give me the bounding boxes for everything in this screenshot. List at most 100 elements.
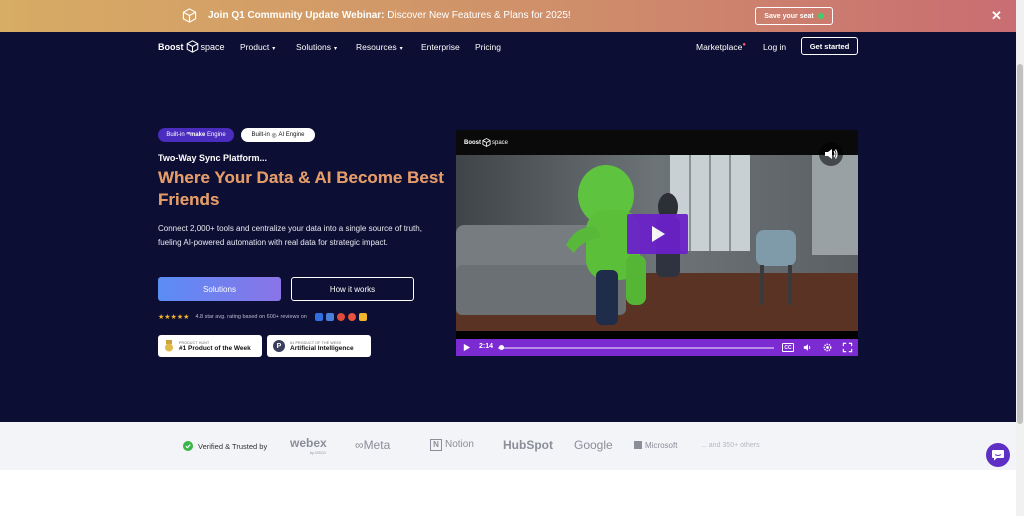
microsoft-text: Microsoft xyxy=(645,441,678,450)
progress-handle[interactable] xyxy=(498,345,504,350)
video-header: Boost space xyxy=(456,130,858,155)
trust-label: Verified & Trusted by xyxy=(198,442,268,451)
hero-subtitle: Two-Way Sync Platform... xyxy=(158,153,268,163)
review-sites xyxy=(314,313,367,321)
save-seat-label: Save your seat xyxy=(764,12,814,20)
pill-suffix: AI Engine xyxy=(278,132,305,138)
new-indicator-icon: ● xyxy=(742,42,746,48)
volume-icon[interactable] xyxy=(802,342,813,353)
video-logo: Boost space xyxy=(464,138,508,147)
meta-infinity-icon: ∞ xyxy=(355,438,364,452)
chat-button[interactable] xyxy=(986,443,1010,467)
volume-icon xyxy=(825,149,838,159)
banner-title-bold: Join Q1 Community Update Webinar: xyxy=(208,10,385,21)
cube-logo-icon xyxy=(186,40,198,53)
badge-big-text: #1 Product of the Week xyxy=(179,344,251,352)
nav-label: Marketplace xyxy=(696,42,743,52)
rating-text: 4.8 star avg. rating based on 600+ revie… xyxy=(195,314,307,320)
pill-prefix: Built-in xyxy=(251,132,270,138)
boost-space-logo[interactable]: Boost space xyxy=(158,40,225,53)
banner-title-rest: Discover New Features & Plans for 2025! xyxy=(384,10,571,21)
settings-gear-icon[interactable] xyxy=(822,342,833,353)
pill-brand: make xyxy=(189,132,206,138)
nav-item-marketplace[interactable]: Marketplace● xyxy=(696,42,746,52)
product-hunt-p-icon: P xyxy=(273,340,285,352)
cube-icon xyxy=(182,8,197,23)
get-started-button[interactable]: Get started xyxy=(801,37,858,55)
volume-toggle[interactable] xyxy=(819,142,843,166)
more-brands-text: ... and 350+ others xyxy=(701,442,760,449)
close-icon[interactable]: ✕ xyxy=(991,9,1002,22)
nav-item-enterprise[interactable]: Enterprise xyxy=(421,42,460,52)
login-link[interactable]: Log in xyxy=(763,42,786,52)
hubspot-logo: HubSpot xyxy=(503,438,553,452)
product-hunt-icon[interactable] xyxy=(347,313,356,321)
main-nav: Boost space Product ▾ Solutions ▾ Resource… xyxy=(0,32,1016,60)
capterra-icon[interactable] xyxy=(314,313,323,321)
g2-icon[interactable] xyxy=(336,313,345,321)
notion-text: Notion xyxy=(445,439,474,450)
star-rating-icon: ★★★★★ xyxy=(158,314,190,321)
solutions-button[interactable]: Solutions xyxy=(158,277,281,301)
medal-icon xyxy=(165,340,173,352)
nav-label: Resources xyxy=(356,42,397,52)
google-logo: Google xyxy=(574,438,613,452)
notion-logo: N Notion xyxy=(430,439,474,451)
video-logo-text-1: Boost xyxy=(464,139,481,146)
badge-big-text: Artificial Intelligence xyxy=(290,344,354,352)
logo-text-2: space xyxy=(200,41,225,52)
video-progress-bar[interactable] xyxy=(498,347,774,349)
ai-engine-pill: Built-in ◎ AI Engine xyxy=(241,128,315,142)
video-time: 2:14 xyxy=(479,343,494,350)
ai-product-badge[interactable]: P #1 PRODUCT OF THE WEEK Artificial Inte… xyxy=(267,335,371,357)
microsoft-squares-icon xyxy=(634,441,642,449)
play-button[interactable] xyxy=(627,214,688,254)
video-logo-text-2: space xyxy=(492,139,509,146)
make-engine-pill: Built-in ᵐ make Engine xyxy=(158,128,234,142)
save-seat-button[interactable]: Save your seat xyxy=(755,7,833,25)
announcement-banner: Join Q1 Community Update Webinar: Discov… xyxy=(0,0,1016,32)
checkmark-icon xyxy=(183,441,193,451)
chat-bubble-icon xyxy=(992,450,1004,461)
webex-logo: webex xyxy=(290,436,327,450)
nav-label: Pricing xyxy=(475,42,501,52)
microsoft-logo: Microsoft xyxy=(634,441,677,450)
nav-label: Product xyxy=(240,42,270,52)
nav-item-pricing[interactable]: Pricing xyxy=(475,42,501,52)
banner-text: Join Q1 Community Update Webinar: Discov… xyxy=(208,10,571,21)
video-player[interactable]: Boost space 2:14 CC xyxy=(456,130,858,356)
rating-row: ★★★★★ 4.8 star avg. rating based on 600+… xyxy=(158,313,367,321)
cube-logo-icon xyxy=(482,138,491,147)
ai-chip-icon: ◎ xyxy=(271,132,277,139)
nav-label: Enterprise xyxy=(421,42,460,52)
notion-n-icon: N xyxy=(430,439,442,451)
nav-item-product[interactable]: Product ▾ xyxy=(240,42,275,52)
meta-text: Meta xyxy=(363,438,391,452)
meta-logo: ∞Meta xyxy=(355,438,390,452)
g2-logo-icon[interactable] xyxy=(325,313,334,321)
live-dot-icon xyxy=(817,13,824,19)
pill-prefix: Built-in xyxy=(166,132,185,138)
scrollbar-thumb[interactable] xyxy=(1017,64,1023,424)
hero-description: Connect 2,000+ tools and centralize your… xyxy=(158,224,422,247)
product-hunt-badge[interactable]: PRODUCT HUNT #1 Product of the Week xyxy=(158,335,262,357)
getapp-icon[interactable] xyxy=(358,313,367,321)
pill-suffix: Engine xyxy=(206,132,226,138)
how-it-works-button[interactable]: How it works xyxy=(291,277,414,301)
nav-item-solutions[interactable]: Solutions ▾ xyxy=(296,42,337,52)
nav-label: Solutions xyxy=(296,42,331,52)
chevron-down-icon: ▾ xyxy=(272,46,276,52)
play-icon xyxy=(652,226,665,242)
nav-label: Log in xyxy=(763,42,787,52)
chevron-down-icon: ▾ xyxy=(399,46,403,52)
fullscreen-icon[interactable] xyxy=(842,342,853,353)
play-icon[interactable] xyxy=(462,343,471,352)
chevron-down-icon: ▾ xyxy=(333,46,337,52)
logo-text-1: Boost xyxy=(158,41,184,52)
page-scrollbar[interactable] xyxy=(1016,0,1024,516)
hero-headline: Where Your Data & AI Become Best Friends xyxy=(158,167,458,211)
nav-item-resources[interactable]: Resources ▾ xyxy=(356,42,403,52)
captions-button[interactable]: CC xyxy=(782,343,794,352)
video-controls: 2:14 CC xyxy=(456,339,858,356)
cisco-sublogo: by CISCO xyxy=(310,451,326,455)
